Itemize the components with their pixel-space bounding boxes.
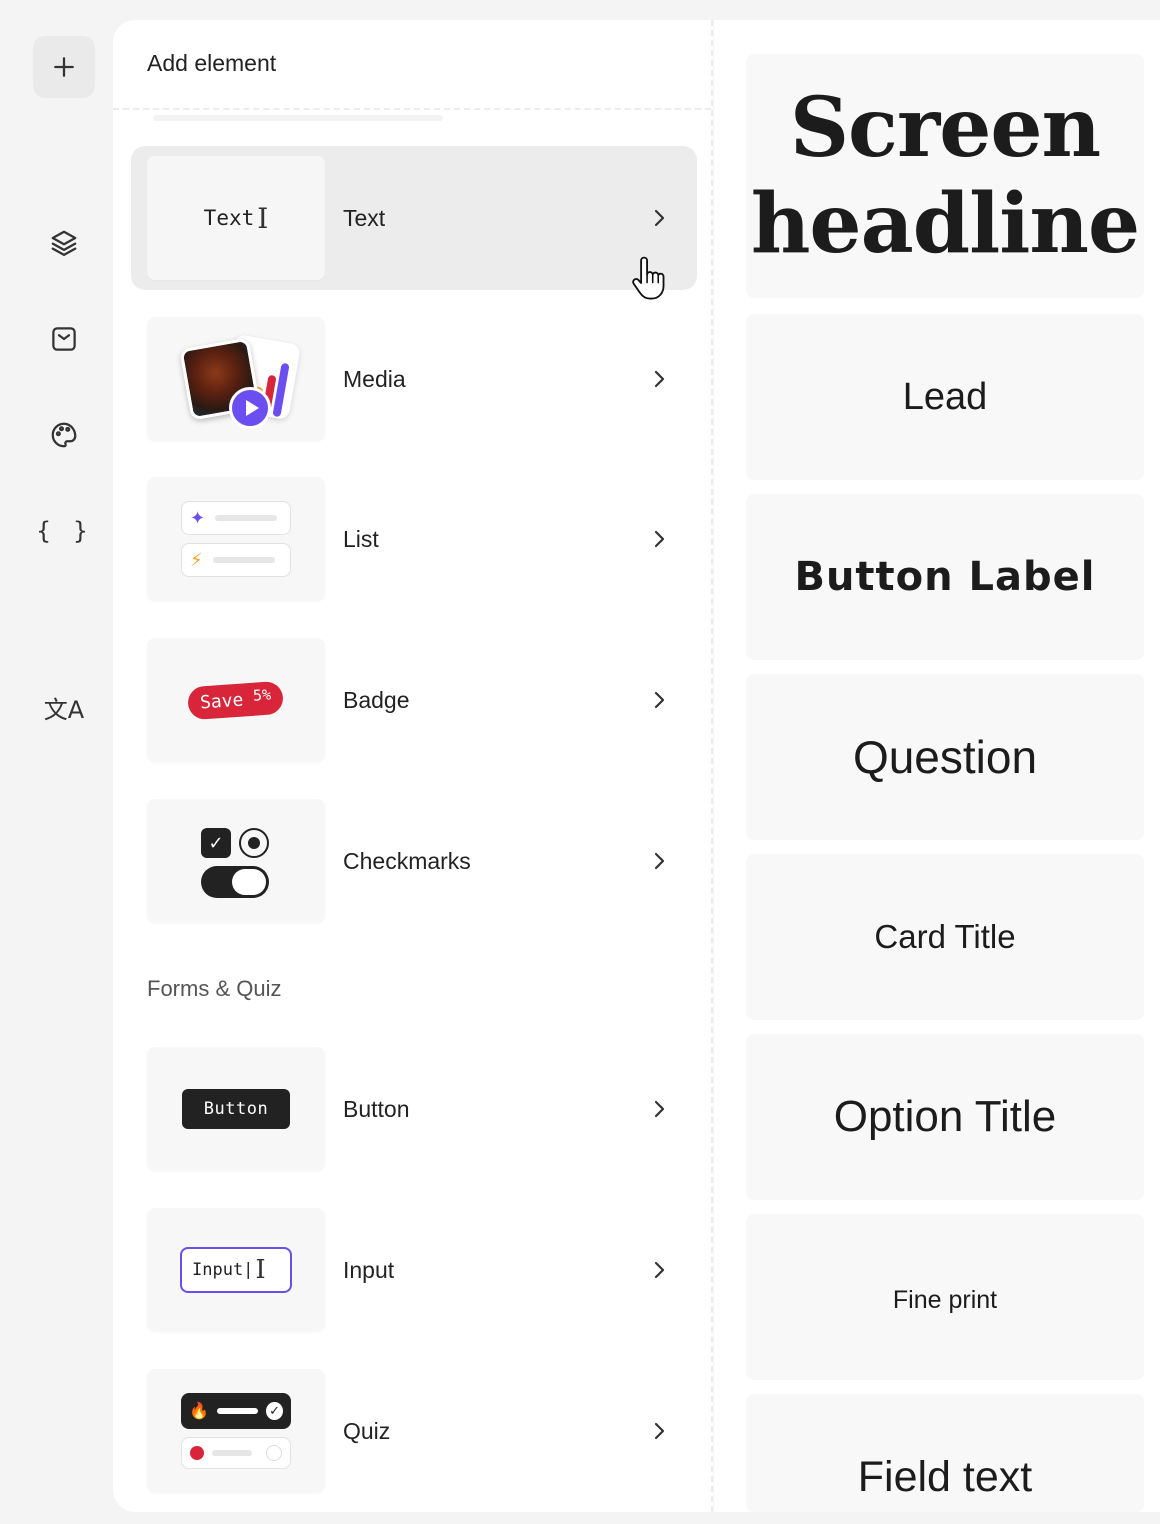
layers-icon xyxy=(51,230,77,256)
element-item-list[interactable]: ✦ ⚡ List xyxy=(131,467,697,611)
inbox-button[interactable] xyxy=(33,308,95,370)
element-item-label: Quiz xyxy=(343,1417,391,1444)
panel-header: Add element xyxy=(113,20,711,110)
style-fine-print[interactable]: Fine print xyxy=(746,1214,1144,1380)
button-preview: Button xyxy=(181,1089,291,1129)
media-thumbnail xyxy=(147,317,325,441)
sparkle-icon: ✦ xyxy=(190,508,206,528)
checkbox-icon: ✓ xyxy=(201,828,231,858)
scroll-fade xyxy=(153,115,443,121)
element-item-label: List xyxy=(343,525,379,552)
element-item-text[interactable]: Text I Text xyxy=(131,146,697,290)
style-label: Field text xyxy=(857,1453,1033,1501)
text-thumb-label: Text xyxy=(203,206,255,230)
text-cursor-icon: I xyxy=(257,201,269,235)
badge-thumbnail: Save 5% xyxy=(147,638,325,762)
chevron-right-icon xyxy=(647,688,671,712)
translate-button[interactable]: 文A xyxy=(33,676,95,738)
text-thumbnail: Text I xyxy=(147,156,325,280)
radio-icon xyxy=(239,828,269,858)
input-thumbnail: Input| I xyxy=(147,1208,325,1332)
play-icon xyxy=(229,387,271,429)
inbox-icon xyxy=(52,327,76,351)
chevron-right-icon xyxy=(647,527,671,551)
hand-pointer-icon xyxy=(632,256,665,300)
chevron-right-icon xyxy=(647,1419,671,1443)
badge-text: Save xyxy=(199,688,245,713)
style-label: Lead xyxy=(902,375,988,418)
element-item-label: Button xyxy=(343,1095,410,1122)
translate-icon: 文A xyxy=(43,695,85,724)
toggle-icon xyxy=(201,866,269,898)
style-field-text[interactable]: Field text xyxy=(746,1394,1144,1512)
element-item-label: Badge xyxy=(343,686,410,713)
checkmarks-thumbnail: ✓ xyxy=(147,799,325,923)
plus-icon xyxy=(54,57,74,77)
braces-icon: { } xyxy=(36,517,92,545)
style-option-title[interactable]: Option Title xyxy=(746,1034,1144,1200)
style-label: Question xyxy=(852,731,1038,783)
quiz-thumbnail: 🔥 ✓ xyxy=(147,1369,325,1493)
text-cursor-icon: I xyxy=(255,1255,266,1285)
element-item-label: Input xyxy=(343,1256,395,1283)
badge-percent: 5% xyxy=(252,685,272,705)
style-card-title[interactable]: Card Title xyxy=(746,854,1144,1020)
text-style-preview: Screen headline Lead Button Label Questi… xyxy=(714,20,1160,1512)
element-item-checkmarks[interactable]: ✓ Checkmarks xyxy=(131,789,697,933)
chevron-right-icon xyxy=(647,367,671,391)
chevron-right-icon xyxy=(647,206,671,230)
element-item-media[interactable]: Media xyxy=(131,307,697,451)
element-item-button[interactable]: Button Button xyxy=(131,1037,697,1181)
style-button-label[interactable]: Button Label xyxy=(746,494,1144,660)
check-circle-icon: ✓ xyxy=(266,1402,283,1420)
target-icon xyxy=(190,1446,204,1460)
style-question[interactable]: Question xyxy=(746,674,1144,840)
element-item-label: Media xyxy=(343,365,406,392)
style-label: Card Title xyxy=(874,918,1016,955)
input-preview: Input| I xyxy=(180,1247,292,1293)
layers-button[interactable] xyxy=(33,212,95,274)
style-label: Option Title xyxy=(833,1092,1057,1141)
list-thumbnail: ✦ ⚡ xyxy=(147,477,325,601)
fire-icon: 🔥 xyxy=(189,1403,209,1420)
left-rail: { } 文A xyxy=(0,0,112,1524)
palette-icon xyxy=(51,422,77,448)
chevron-right-icon xyxy=(647,1258,671,1282)
element-item-badge[interactable]: Save 5% Badge xyxy=(131,628,697,772)
style-label: Button Label xyxy=(794,554,1096,600)
element-item-label: Checkmarks xyxy=(343,847,471,874)
section-forms-quiz: Forms & Quiz xyxy=(147,976,282,1001)
element-item-quiz[interactable]: 🔥 ✓ Quiz xyxy=(131,1359,697,1503)
style-label: Fine print xyxy=(892,1285,998,1314)
style-screen-headline[interactable]: Screen headline xyxy=(746,54,1144,298)
chevron-right-icon xyxy=(647,849,671,873)
add-element-button[interactable] xyxy=(33,36,95,98)
theme-button[interactable] xyxy=(33,404,95,466)
code-button[interactable]: { } xyxy=(33,500,95,562)
badge-preview: Save 5% xyxy=(187,680,285,720)
button-thumbnail: Button xyxy=(147,1047,325,1171)
panel-title: Add element xyxy=(147,50,277,76)
element-item-label: Text xyxy=(343,204,386,231)
input-preview-text: Input| xyxy=(192,1260,254,1280)
style-label: Screen headline xyxy=(750,80,1140,272)
element-item-input[interactable]: Input| I Input xyxy=(131,1198,697,1342)
add-element-panel: Add element Text I Text Media ✦ ⚡ List S… xyxy=(113,20,713,1512)
bolt-icon: ⚡ xyxy=(190,550,203,570)
style-lead[interactable]: Lead xyxy=(746,314,1144,480)
chevron-right-icon xyxy=(647,1097,671,1121)
